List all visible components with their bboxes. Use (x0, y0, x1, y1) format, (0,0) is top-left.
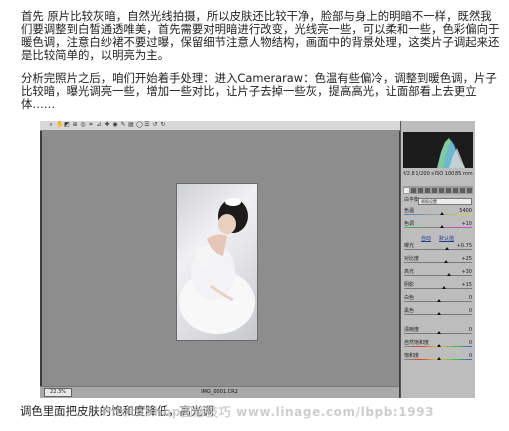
slider-knob[interactable] (440, 212, 445, 215)
panel-tab-8[interactable] (453, 187, 458, 193)
crop-icon[interactable]: ⌗ (88, 122, 94, 128)
slider-knob[interactable] (442, 286, 447, 289)
hand-icon[interactable]: ✋ (56, 122, 63, 128)
zoom-icon[interactable]: ⌕ (48, 122, 54, 128)
radial-filter-icon[interactable]: ◯ (136, 122, 143, 128)
camera-raw-screenshot: ⌕ ✋ ◩ ⊕ ◎ ⌗ ⊿ ✚ ◉ ✎ ▤ ◯ ☰ ↺ ↻ 22.3% IMG_0001.CR2 (40, 121, 475, 398)
slider-row: 清晰度 0 (404, 328, 472, 335)
panel-tab-10[interactable] (467, 187, 472, 193)
rotate-ccw-icon[interactable]: ↺ (152, 122, 158, 128)
spot-removal-icon[interactable]: ✚ (104, 122, 110, 128)
white-balance-select[interactable]: 原照设置 (418, 198, 472, 205)
red-eye-icon[interactable]: ◉ (112, 122, 118, 128)
slider-track[interactable] (404, 288, 472, 289)
slider-row: 色温 5400 (404, 209, 472, 216)
panel-tab-9[interactable] (460, 187, 465, 193)
white-balance-row: 白平衡 原照设置 (404, 198, 472, 205)
slider-row: 对比度 +25 (404, 257, 472, 264)
watermark-text: PhotoShop图解技巧 www.linage.com/lbpb:1993 (102, 405, 435, 419)
slider-track[interactable] (404, 214, 472, 215)
preview-canvas (42, 131, 399, 386)
panel-tab-6[interactable] (439, 187, 444, 193)
histogram-readout: f/2.8 1/200 s ISO 100 85 mm (403, 171, 473, 185)
panel-tab-7[interactable] (446, 187, 451, 193)
white-balance-label: 白平衡 (404, 197, 420, 203)
white-balance-icon[interactable]: ◩ (64, 122, 70, 128)
slider-knob[interactable] (443, 260, 448, 263)
default-link[interactable]: 默认值 (439, 235, 454, 242)
analysis-paragraph: 分析完照片之后，咱们开始着手处理：进入Cameraraw：色温有些偏冷，调整到暖… (21, 71, 497, 111)
slider-track[interactable] (404, 249, 472, 250)
status-bar: 22.3% IMG_0001.CR2 (40, 386, 399, 398)
slider-track[interactable] (404, 227, 472, 228)
auto-link[interactable]: 自动 (421, 235, 431, 242)
slider-row: 自然饱和度 0 (404, 341, 472, 348)
slider-row: 色调 +10 (404, 222, 472, 229)
slider-knob[interactable] (437, 312, 441, 315)
slider-row: 阴影 +15 (404, 283, 472, 290)
slider-track[interactable] (404, 275, 472, 276)
straighten-icon[interactable]: ⊿ (96, 122, 102, 128)
intro-paragraph: 首先 原片比较灰暗，自然光线拍摄，所以皮肤还比较干净，脸部与身上的明暗不一样，既… (21, 9, 500, 62)
slider-row: 白色 0 (404, 296, 472, 303)
target-adjust-icon[interactable]: ◎ (80, 122, 86, 128)
panel-tab-4[interactable] (425, 187, 430, 193)
panel-tab-1[interactable] (404, 187, 409, 193)
adjustment-panel: f/2.8 1/200 s ISO 100 85 mm 白平衡 原照设置 色温 5… (400, 121, 475, 398)
slider-row: 饱和度 0 (404, 354, 472, 361)
slider-knob[interactable] (444, 247, 449, 250)
readout-shutter: 1/200 s (415, 171, 434, 177)
bride-photo-illustration (179, 198, 255, 334)
adjust-brush-icon[interactable]: ✎ (120, 122, 126, 128)
slider-knob[interactable] (437, 299, 441, 302)
slider-row: 高光 +30 (404, 270, 472, 277)
slider-knob[interactable] (440, 225, 445, 228)
rotate-cw-icon[interactable]: ↻ (160, 122, 166, 128)
readout-iso: ISO 100 (434, 171, 455, 177)
slider-track[interactable] (404, 262, 472, 263)
readout-focal: 85 mm (454, 171, 473, 177)
filename-label: IMG_0001.CR2 (201, 389, 238, 395)
grad-filter-icon[interactable]: ▤ (128, 122, 134, 128)
panel-tab-3[interactable] (418, 187, 423, 193)
slider-knob[interactable] (437, 344, 441, 347)
readout-aperture: f/2.8 (403, 171, 415, 177)
histogram (403, 132, 473, 168)
panel-tab-2[interactable] (411, 187, 416, 193)
slider-knob[interactable] (437, 331, 441, 334)
prefs-icon[interactable]: ☰ (144, 122, 150, 128)
panel-tabs (403, 186, 473, 194)
slider-knob[interactable] (446, 273, 451, 276)
panel-tab-5[interactable] (432, 187, 437, 193)
slider-knob[interactable] (437, 357, 441, 360)
color-sampler-icon[interactable]: ⊕ (72, 122, 78, 128)
slider-row: 曝光 +0.75 (404, 244, 472, 251)
bride-photo (176, 183, 258, 341)
slider-row: 黑色 0 (404, 309, 472, 316)
